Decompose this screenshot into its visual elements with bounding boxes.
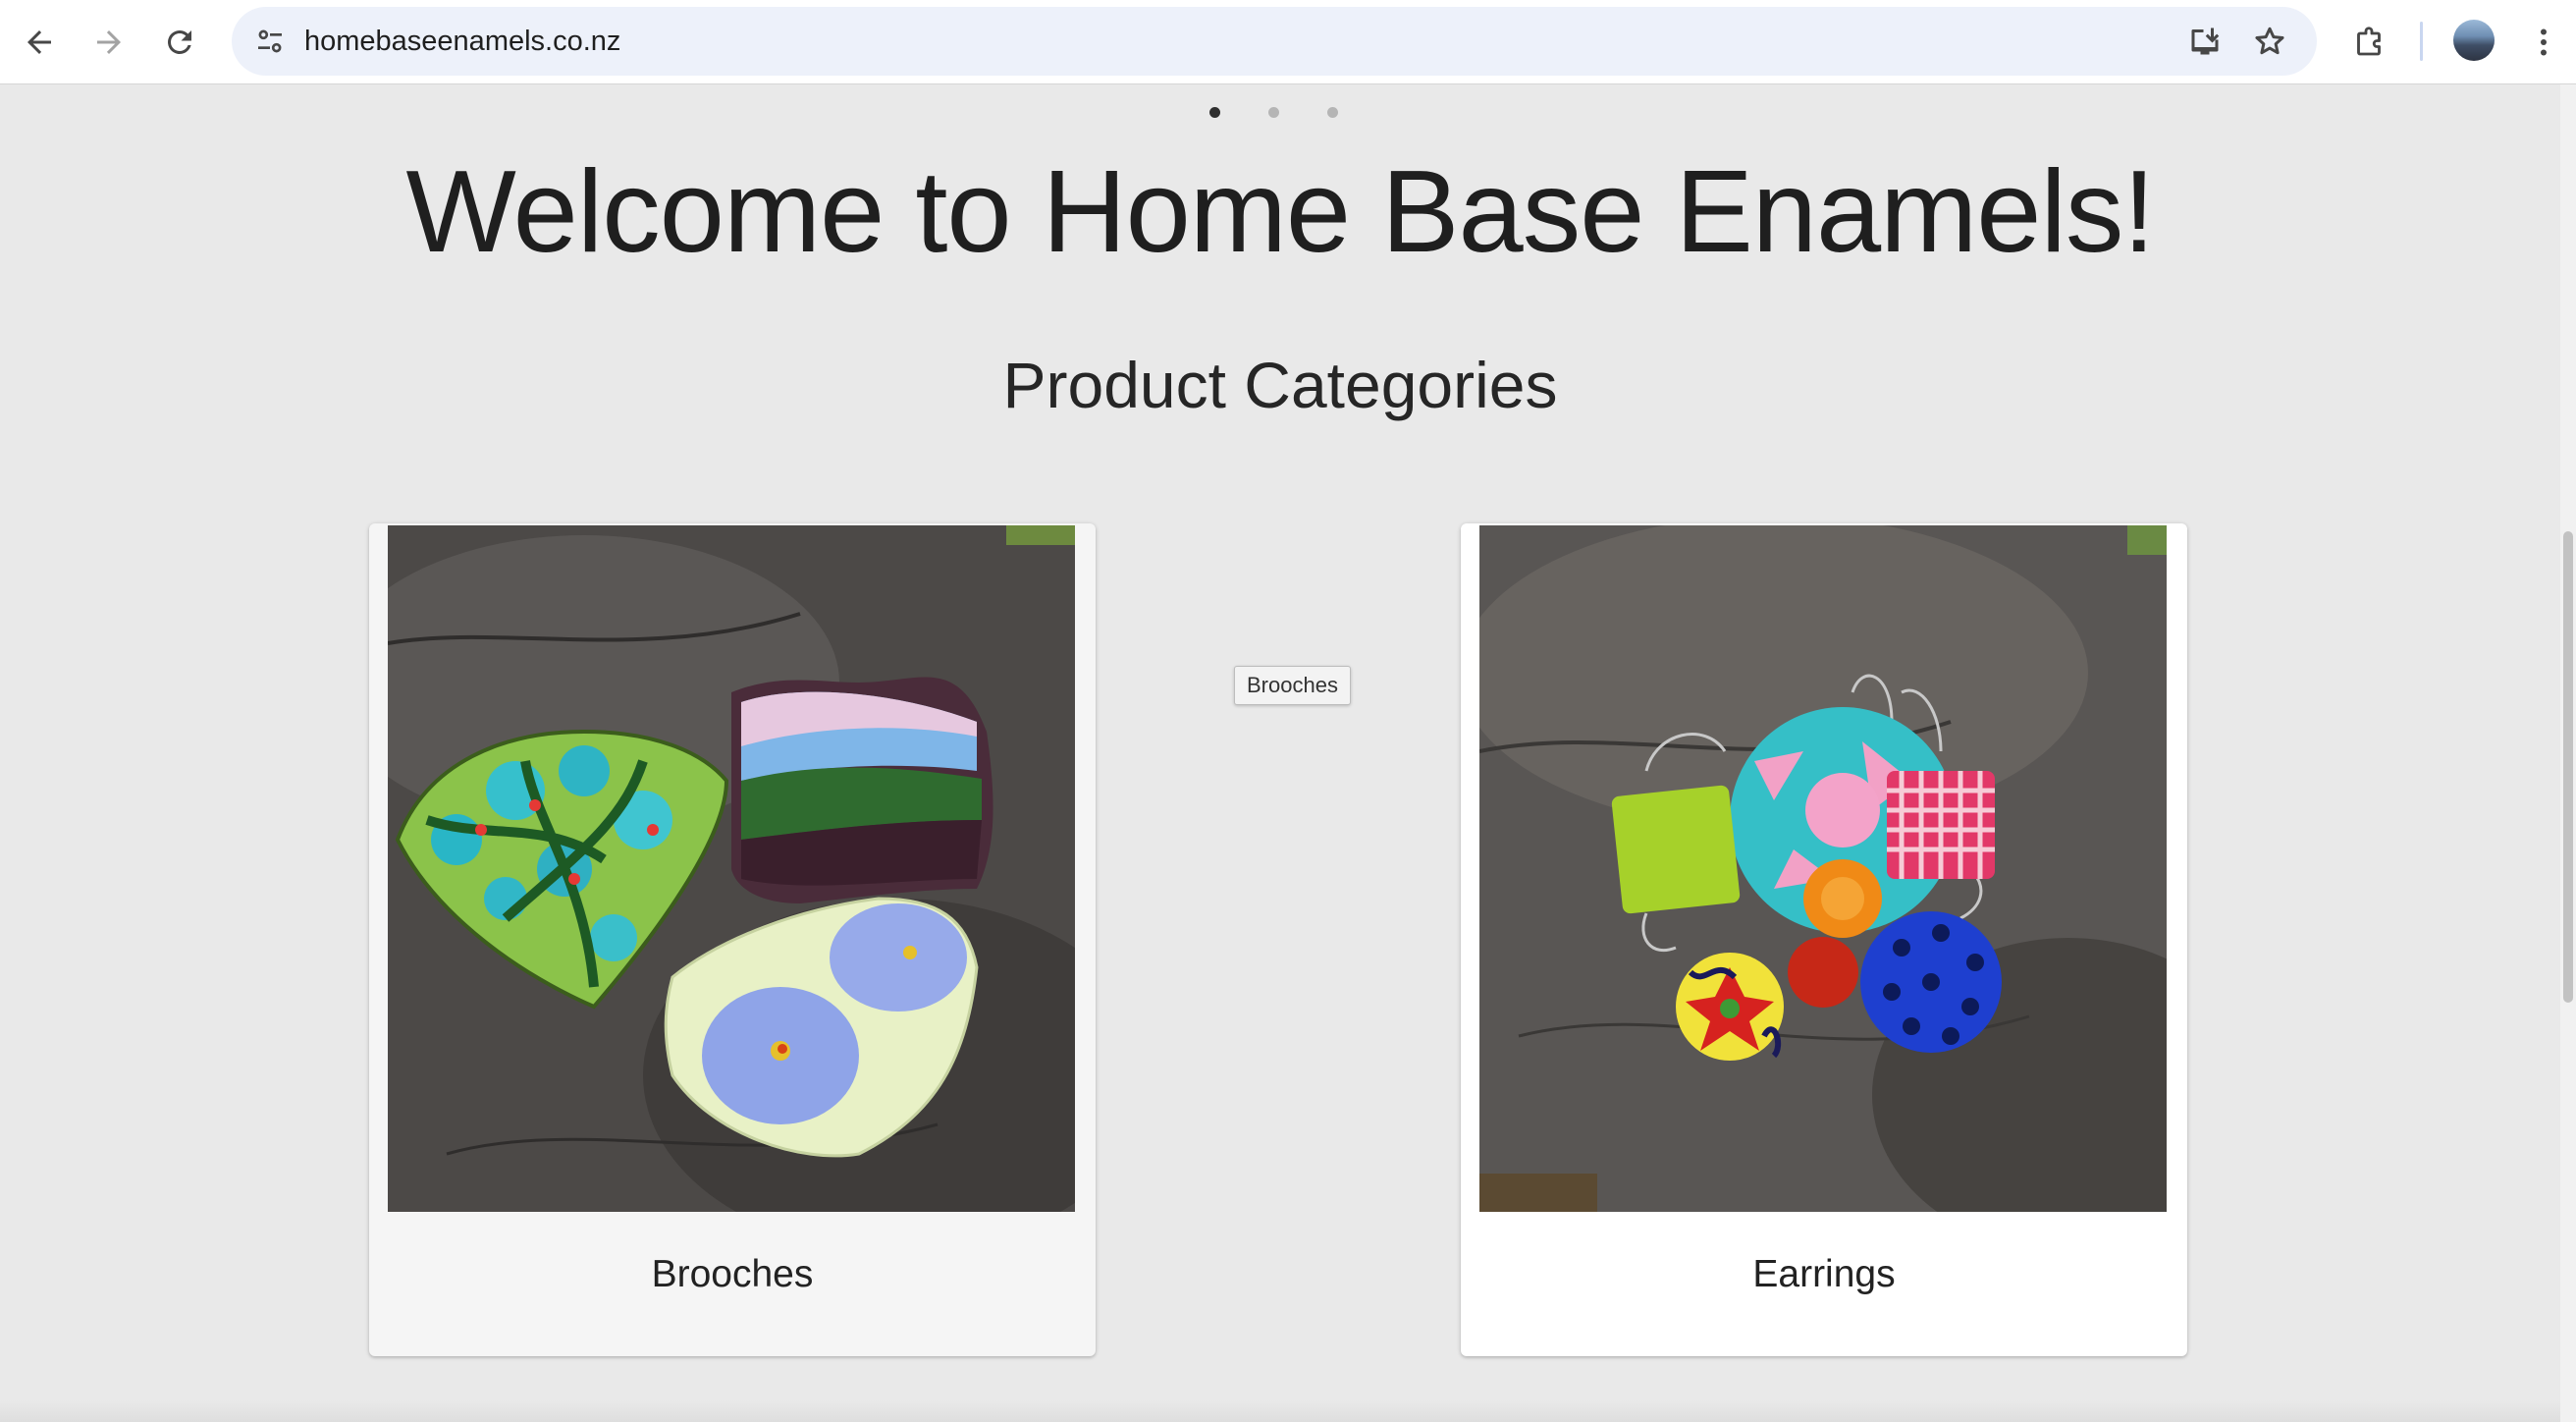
earrings-image[interactable] xyxy=(1479,525,2167,1212)
install-app-button[interactable] xyxy=(2180,17,2229,66)
carousel-dot-1[interactable] xyxy=(1209,107,1220,118)
page-scrollbar[interactable] xyxy=(2560,84,2576,1422)
toolbar-divider xyxy=(2420,22,2423,61)
page-bottom-shadow xyxy=(0,1400,2560,1422)
back-button[interactable] xyxy=(10,13,69,72)
category-title-earrings[interactable]: Earrings xyxy=(1461,1250,2187,1299)
arrow-right-icon xyxy=(97,30,121,54)
category-card-earrings[interactable]: Earrings xyxy=(1461,523,2187,1356)
hover-tooltip: Brooches xyxy=(1234,666,1351,705)
product-categories-heading: Product Categories xyxy=(1002,349,1558,421)
brooches-image[interactable] xyxy=(388,525,1075,1212)
page-content: Welcome to Home Base Enamels! Product Ca… xyxy=(0,84,2560,1422)
browser-toolbar: homebaseenamels.co.nz xyxy=(0,0,2576,84)
url-text[interactable]: homebaseenamels.co.nz xyxy=(304,7,620,76)
profile-avatar[interactable] xyxy=(2453,20,2495,61)
carousel-dot-3[interactable] xyxy=(1327,107,1338,118)
reload-button[interactable] xyxy=(150,13,209,72)
address-bar[interactable]: homebaseenamels.co.nz xyxy=(232,7,2317,76)
puzzle-icon xyxy=(2357,27,2381,56)
category-title-brooches[interactable]: Brooches xyxy=(369,1250,1096,1299)
install-app-icon xyxy=(2191,27,2220,55)
carousel-indicators xyxy=(1209,104,1347,124)
kebab-menu-icon xyxy=(2541,28,2547,56)
earrings-photo xyxy=(1479,525,2167,1212)
brooches-photo xyxy=(388,525,1075,1212)
site-info-button[interactable] xyxy=(245,17,295,66)
forward-button[interactable] xyxy=(80,13,138,72)
extensions-button[interactable] xyxy=(2339,13,2398,72)
arrow-left-icon xyxy=(27,30,51,54)
carousel-dot-2[interactable] xyxy=(1268,107,1279,118)
bookmark-button[interactable] xyxy=(2245,17,2294,66)
scrollbar-thumb[interactable] xyxy=(2563,531,2573,1003)
star-icon xyxy=(2255,27,2284,55)
reload-icon xyxy=(167,29,191,54)
tune-icon xyxy=(258,29,282,53)
category-card-brooches[interactable]: Brooches xyxy=(369,523,1096,1356)
welcome-heading: Welcome to Home Base Enamels! xyxy=(405,146,2156,277)
browser-menu-button[interactable] xyxy=(2514,13,2573,72)
